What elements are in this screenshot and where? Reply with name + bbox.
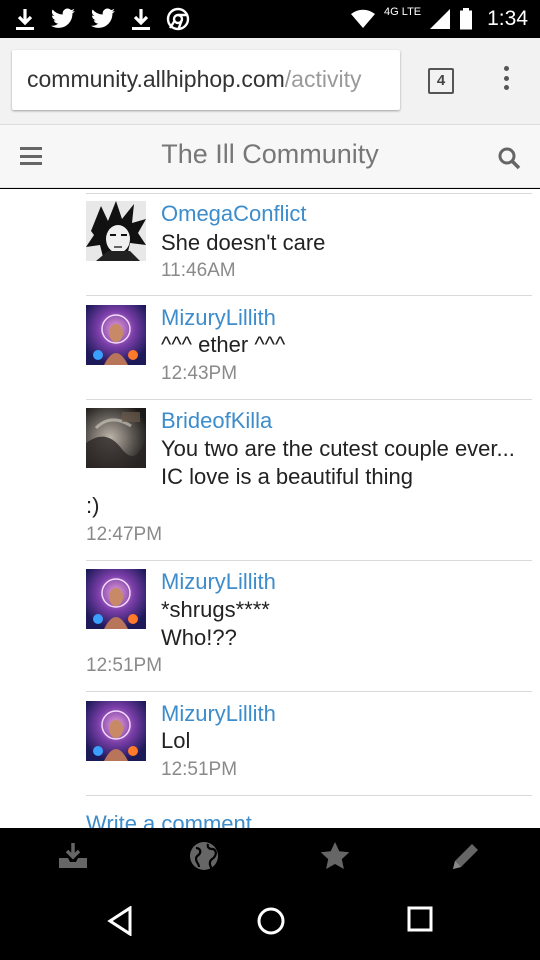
divider <box>86 560 532 561</box>
comment-time: 12:51PM <box>86 655 163 676</box>
divider <box>86 193 532 194</box>
comment-text: She doesn't care <box>161 230 326 255</box>
back-icon[interactable] <box>106 906 134 936</box>
comment-text: Lol <box>161 728 191 753</box>
comment-time: 12:51PM <box>161 759 238 780</box>
comment-text-line: Who!?? <box>161 625 237 650</box>
comment-author-link[interactable]: MizuryLillith <box>161 305 276 331</box>
inbox-download-icon[interactable] <box>57 840 89 872</box>
site-header: The Ill Community <box>0 124 540 188</box>
comment-author-link[interactable]: MizuryLillith <box>161 701 276 727</box>
system-navigation-bar <box>0 882 540 960</box>
avatar[interactable] <box>86 305 146 365</box>
avatar[interactable] <box>86 201 146 261</box>
comment-text-line: *shrugs**** <box>161 597 270 622</box>
write-comment-link[interactable]: Write a comment <box>86 811 252 828</box>
status-bar: 4G LTE 1:34 <box>0 0 540 38</box>
bottom-app-bar <box>0 828 540 882</box>
home-icon[interactable] <box>256 906 286 936</box>
url-domain: community.allhiphop.com <box>27 66 285 92</box>
page-title: The Ill Community <box>161 139 379 169</box>
network-type: 4G LTE <box>384 6 422 18</box>
system-indicators: 4G LTE 1:34 <box>350 6 528 32</box>
comment-author-link[interactable]: OmegaConflict <box>161 201 307 227</box>
twitter-icon <box>51 8 75 28</box>
globe-icon[interactable] <box>188 840 220 872</box>
avatar[interactable] <box>86 701 146 761</box>
divider <box>86 295 532 296</box>
notification-icons <box>14 6 190 32</box>
overflow-menu-icon[interactable] <box>498 66 514 98</box>
pencil-icon[interactable] <box>450 840 482 872</box>
browser-toolbar: community.allhiphop.com/activity 4 <box>0 38 540 124</box>
battery-icon <box>460 8 473 30</box>
star-icon[interactable] <box>319 840 351 872</box>
download-icon <box>16 9 34 30</box>
clock: 1:34 <box>487 7 528 30</box>
comment-text-line: You two are the cutest couple ever... <box>161 436 515 461</box>
url-path: /activity <box>284 66 362 92</box>
comment-text: ^^^ ether ^^^ <box>161 332 286 357</box>
comment-author-link[interactable]: MizuryLillith <box>161 569 276 595</box>
hamburger-menu-icon[interactable] <box>20 147 42 165</box>
divider <box>86 399 532 400</box>
avatar[interactable] <box>86 408 146 468</box>
comment-text-line: :) <box>86 493 100 518</box>
twitter-icon <box>91 8 115 28</box>
divider <box>86 795 532 796</box>
comment-time: 12:47PM <box>86 524 163 545</box>
comment-author-link[interactable]: BrideofKilla <box>161 408 272 434</box>
comment-time: 12:43PM <box>161 363 238 384</box>
search-icon[interactable] <box>497 146 521 170</box>
signal-icon <box>430 9 451 29</box>
wifi-icon <box>351 9 376 29</box>
avatar[interactable] <box>86 569 146 629</box>
comment-time: 11:46AM <box>161 260 236 281</box>
comment-text-line: IC love is a beautiful thing <box>161 464 413 489</box>
recents-icon[interactable] <box>407 906 433 932</box>
tab-switcher-button[interactable]: 4 <box>428 68 454 94</box>
chrome-icon <box>166 7 190 31</box>
download-icon <box>132 9 150 30</box>
activity-feed[interactable]: OmegaConflict She doesn't care 11:46AM M… <box>0 189 540 828</box>
url-bar[interactable]: community.allhiphop.com/activity <box>12 50 400 110</box>
divider <box>86 691 532 692</box>
